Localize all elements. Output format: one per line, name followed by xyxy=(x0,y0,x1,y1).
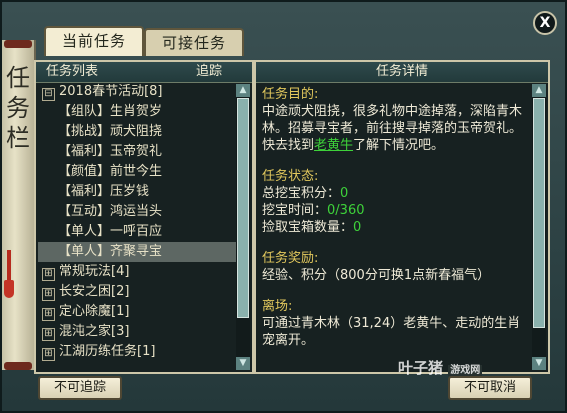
collapse-icon[interactable]: ⊟ xyxy=(42,88,55,101)
task-group-label: 定心除魔[1] xyxy=(59,304,130,319)
close-button[interactable]: X xyxy=(533,11,557,35)
expand-icon[interactable]: ⊞ xyxy=(42,288,55,301)
task-group[interactable]: ⊟ 2018春节活动[8] xyxy=(38,82,236,102)
goal-text: 中途顽犬阻挠，很多礼物中途掉落，深陷青木林。招募寻宝者，前往搜寻掉落的玉帝贺礼。… xyxy=(262,104,523,153)
task-group-label: 2018春节活动[8] xyxy=(59,84,163,99)
task-list-scrollbar[interactable]: ▲ ▼ xyxy=(236,84,250,370)
task-group-label: 长安之困[2] xyxy=(59,284,130,299)
status-line: 挖宝时间：0/360 xyxy=(262,203,365,218)
side-title-char: 栏 xyxy=(6,124,30,152)
task-list-header: 任务列表 追踪 xyxy=(36,62,252,83)
untrack-button[interactable]: 不可追踪 xyxy=(38,376,122,400)
reward-heading: 任务奖励: xyxy=(262,251,319,266)
track-column-title: 追踪 xyxy=(195,64,222,79)
task-group[interactable]: ⊞ 定心除魔[1] xyxy=(38,302,236,322)
task-group[interactable]: ⊞ 常规玩法[4] xyxy=(38,262,236,282)
scroll-down-icon[interactable]: ▼ xyxy=(532,357,546,370)
task-group-label: 常规玩法[4] xyxy=(59,264,130,279)
task-item-selected[interactable]: 【单人】齐聚寻宝 xyxy=(38,242,236,262)
expand-icon[interactable]: ⊞ xyxy=(42,328,55,341)
leave-heading: 离场: xyxy=(262,299,293,314)
tab-available-tasks[interactable]: 可接任务 xyxy=(144,28,244,56)
status-line: 捡取宝箱数量：0 xyxy=(262,220,362,235)
tassel-icon xyxy=(4,280,14,298)
scroll-thumb[interactable] xyxy=(237,98,249,318)
task-item[interactable]: 【组队】生肖贺岁 xyxy=(38,102,236,122)
reward-text: 经验、积分（800分可换1点新春福气） xyxy=(262,268,491,283)
npc-link[interactable]: 老黄牛 xyxy=(314,138,353,153)
task-window: 任 务 栏 X 当前任务 可接任务 任务列表 追踪 ⊟ 2018春节活动[8] 【… xyxy=(0,0,567,413)
task-item[interactable]: 【互动】鸿运当头 xyxy=(38,202,236,222)
scroll-up-icon[interactable]: ▲ xyxy=(236,84,250,97)
scroll-knob xyxy=(4,40,32,48)
task-list-title: 任务列表 xyxy=(46,64,99,79)
task-item[interactable]: 【挑战】顽犬阻挠 xyxy=(38,122,236,142)
expand-icon[interactable]: ⊞ xyxy=(42,308,55,321)
scroll-knob xyxy=(4,362,32,370)
task-item[interactable]: 【福利】玉帝贺礼 xyxy=(38,142,236,162)
task-item[interactable]: 【单人】一呼百应 xyxy=(38,222,236,242)
task-detail-content: 任务目的: 中途顽犬阻挠，很多礼物中途掉落，深陷青木林。招募寻宝者，前往搜寻掉落… xyxy=(262,84,528,372)
scroll-thumb[interactable] xyxy=(533,98,545,328)
task-group-label: 混沌之家[3] xyxy=(59,324,130,339)
task-detail-scrollbar[interactable]: ▲ ▼ xyxy=(532,84,546,370)
goal-heading: 任务目的: xyxy=(262,87,319,102)
scroll-down-icon[interactable]: ▼ xyxy=(236,357,250,370)
tab-current-tasks[interactable]: 当前任务 xyxy=(44,26,144,56)
scroll-up-icon[interactable]: ▲ xyxy=(532,84,546,97)
task-group-label: 江湖历练任务[1] xyxy=(59,344,156,359)
task-group[interactable]: ⊞ 江湖历练任务[1] xyxy=(38,342,236,362)
task-detail-title: 任务详情 xyxy=(256,62,548,83)
status-heading: 任务状态: xyxy=(262,169,319,184)
cancel-task-button[interactable]: 不可取消 xyxy=(448,376,532,400)
leave-text: 可通过青木林（31,24）老黄牛、走动的生肖宠离开。 xyxy=(262,316,521,348)
task-detail-panel: 任务详情 任务目的: 中途顽犬阻挠，很多礼物中途掉落，深陷青木林。招募寻宝者，前… xyxy=(254,60,550,374)
site-watermark: 叶子猪 游戏网 xyxy=(398,359,483,377)
task-group[interactable]: ⊞ 混沌之家[3] xyxy=(38,322,236,342)
status-line: 总挖宝积分：0 xyxy=(262,186,349,201)
expand-icon[interactable]: ⊞ xyxy=(42,268,55,281)
task-item[interactable]: 【福利】压岁钱 xyxy=(38,182,236,202)
task-item[interactable]: 【颜值】前世今生 xyxy=(38,162,236,182)
task-list-panel: 任务列表 追踪 ⊟ 2018春节活动[8] 【组队】生肖贺岁 【挑战】顽犬阻挠 【… xyxy=(34,60,254,374)
side-scroll-banner: 任 务 栏 xyxy=(2,40,36,370)
expand-icon[interactable]: ⊞ xyxy=(42,348,55,361)
task-group[interactable]: ⊞ 长安之困[2] xyxy=(38,282,236,302)
task-list: ⊟ 2018春节活动[8] 【组队】生肖贺岁 【挑战】顽犬阻挠 【福利】玉帝贺礼 … xyxy=(38,82,236,372)
